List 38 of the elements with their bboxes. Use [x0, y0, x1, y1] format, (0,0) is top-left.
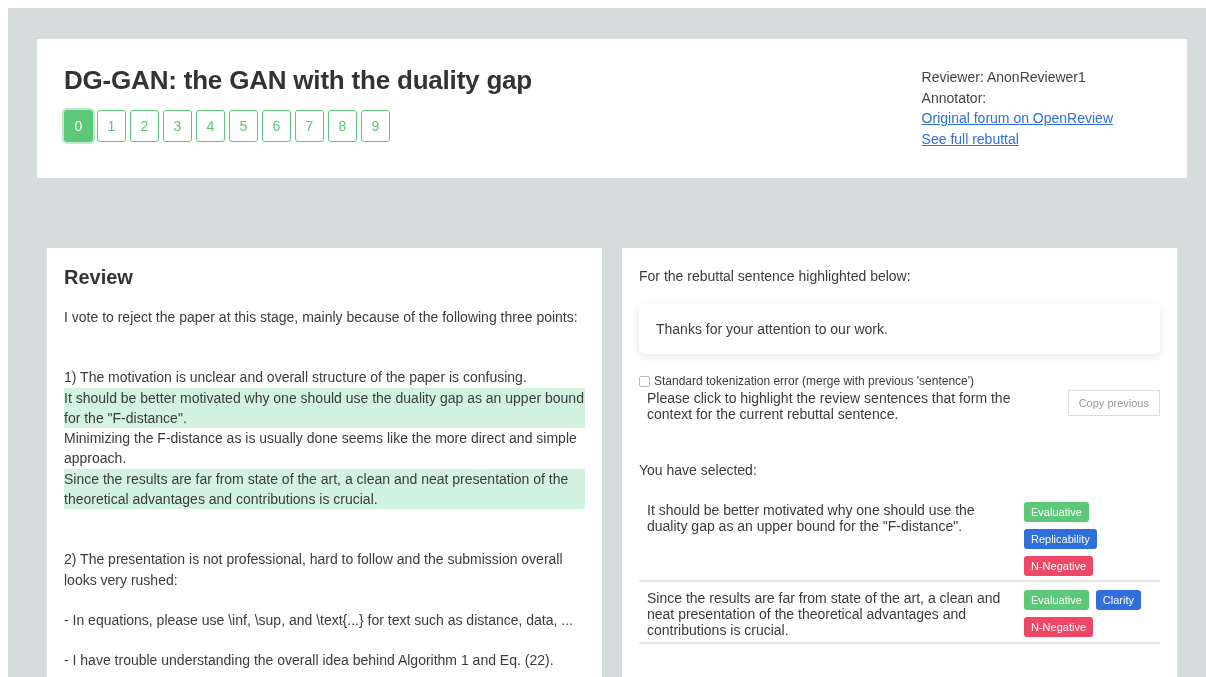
review-sentence[interactable]: - In equations, please use \inf, \sup, and \text{...} for text such as distance, data, ... [64, 609, 573, 631]
selected-sentence: It should be better motivated why one should use the duality gap as an upper bound for the "F-distance". [647, 502, 976, 536]
page-number-button[interactable]: 1 [97, 110, 126, 142]
label-tag: Evaluative [1024, 590, 1089, 610]
review-sentence[interactable]: Since the results are far from state of the art, a clean and neat presentation of the theoretical advantages and contributions is crucial. [64, 468, 585, 510]
review-sentence[interactable]: Minimizing the F-distance as is usually done seems like the more direct and simple approach. [64, 428, 585, 469]
reviewer-label: Reviewer: AnonReviewer1 [921, 68, 1087, 87]
review-sentence[interactable]: I vote to reject the paper at this stage, mainly because of the following three points: [64, 307, 578, 328]
paper-title: DG-GAN: the GAN with the duality gap [64, 65, 532, 96]
selected-heading: You have selected: [639, 462, 758, 478]
review-sentence[interactable]: 1) The motivation is unclear and overall structure of the paper is confusing. [64, 367, 527, 388]
page-number-button[interactable]: 4 [196, 110, 225, 142]
annotator-label: Annotator: [921, 88, 988, 108]
review-sentence[interactable]: - I have trouble understanding the overall idea behind Algorithm 1 and Eq. (22). [64, 650, 554, 671]
review-heading: Review [64, 266, 134, 289]
checkbox-label: Standard tokenization error (merge with previous 'sentence') [654, 374, 975, 388]
label-tag: Evaluative [1024, 502, 1089, 522]
page-number-button[interactable]: 5 [229, 110, 258, 142]
review-sentence[interactable]: 2) The presentation is not professional, hard to follow and the submission overall looks very rushed: [64, 549, 585, 590]
page-number-button[interactable]: 0 [64, 110, 93, 142]
page-number-button[interactable]: 8 [328, 110, 357, 142]
instruction-text: Please click to highlight the review sentences that form the context for the current rebuttal sentence. [647, 390, 1012, 422]
rebuttal-sentence: Thanks for your attention to our work. [656, 321, 888, 337]
link[interactable]: Original forum on OpenReview [921, 110, 1113, 126]
page-number-button[interactable]: 9 [361, 110, 390, 142]
label-tag: N-Negative [1024, 556, 1094, 576]
intro-text: For the rebuttal sentence highlighted below: [639, 268, 912, 284]
page-number-button[interactable]: 6 [262, 110, 291, 142]
page-number-button[interactable]: 7 [295, 110, 324, 142]
review-sentence[interactable]: It should be better motivated why one should use the duality gap as an upper bound for the "F-distance". [64, 387, 585, 429]
page-number-button[interactable]: 2 [130, 110, 159, 142]
label-tag: N-Negative [1024, 617, 1094, 637]
link[interactable]: See full rebuttal [921, 130, 1019, 147]
checkbox[interactable] [639, 375, 650, 387]
label-tag: Replicability [1024, 529, 1097, 549]
label-tag: Clarity [1095, 590, 1141, 610]
page-number-button[interactable]: 3 [163, 110, 192, 142]
selected-sentence: Since the results are far from state of the art, a clean and neat presentation of the theoretical advantages and contributions is crucial. [647, 590, 1002, 638]
